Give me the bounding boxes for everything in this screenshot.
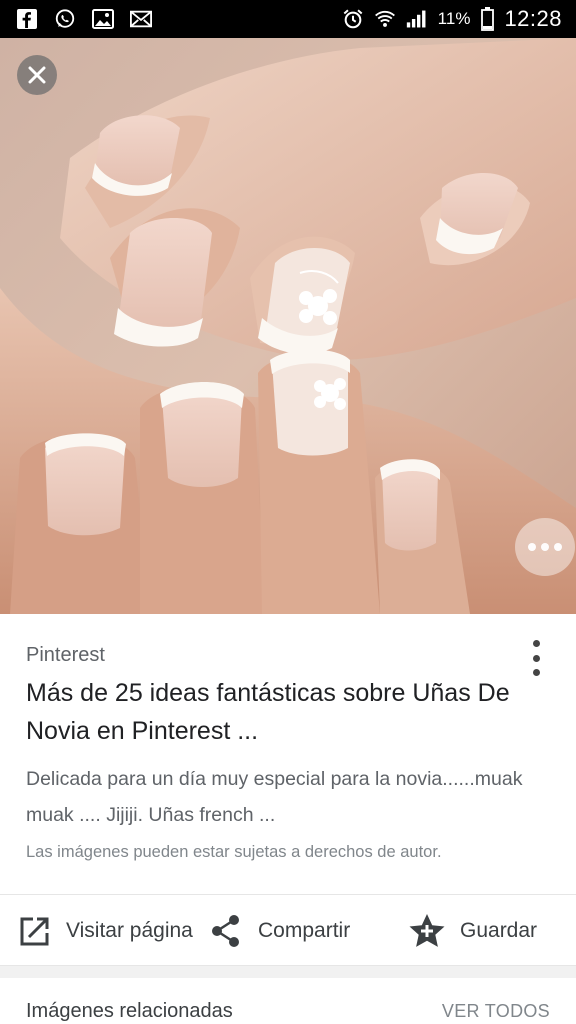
save-label: Guardar: [460, 919, 538, 942]
visit-page-button[interactable]: Visitar página: [18, 895, 193, 967]
visit-page-label: Visitar página: [66, 919, 193, 942]
mail-icon: [130, 8, 152, 30]
alarm-icon: [342, 8, 364, 30]
more-dot: [532, 654, 540, 662]
overflow-menu-button[interactable]: [526, 640, 546, 676]
more-dot: [532, 669, 540, 676]
action-bar: Visitar página Compartir Guardar: [0, 894, 576, 966]
status-bar: 11% 12:28: [0, 0, 576, 38]
related-images-section: Imágenes relacionadas VER TODOS: [0, 978, 576, 1024]
see-all-button[interactable]: VER TODOS: [442, 1001, 550, 1022]
result-title[interactable]: Más de 25 ideas fantásticas sobre Uñas D…: [26, 674, 526, 750]
status-time: 12:28: [504, 6, 562, 31]
copyright-notice: Las imágenes pueden estar sujetas a dere…: [26, 843, 442, 861]
more-horizontal-button[interactable]: [515, 518, 575, 576]
more-horizontal-icon: [528, 543, 536, 551]
more-dot: [541, 543, 549, 551]
share-label: Compartir: [258, 919, 351, 942]
nails-photo: [0, 38, 576, 614]
result-info: Pinterest Más de 25 ideas fantásticas so…: [0, 614, 576, 894]
related-images-title: Imágenes relacionadas: [26, 1000, 233, 1022]
gallery-icon: [92, 8, 114, 30]
section-divider: [0, 966, 576, 978]
wifi-icon: [374, 8, 396, 30]
close-button[interactable]: [17, 55, 57, 95]
more-dot: [554, 543, 562, 551]
signal-icon: [406, 8, 428, 30]
result-description: Delicada para un día muy especial para l…: [26, 768, 523, 826]
share-button[interactable]: Compartir: [210, 895, 350, 967]
close-icon: [28, 66, 46, 84]
star-add-icon: [409, 914, 445, 947]
share-icon: [212, 915, 239, 947]
open-external-icon: [20, 917, 49, 946]
save-button[interactable]: Guardar: [408, 895, 537, 967]
result-image[interactable]: [0, 38, 576, 614]
battery-icon: [480, 7, 494, 31]
more-vertical-icon: [532, 640, 540, 647]
whatsapp-icon: [54, 8, 76, 30]
facebook-icon: [16, 8, 38, 30]
source-name[interactable]: Pinterest: [26, 644, 105, 667]
battery-percentage: 11%: [437, 9, 471, 28]
